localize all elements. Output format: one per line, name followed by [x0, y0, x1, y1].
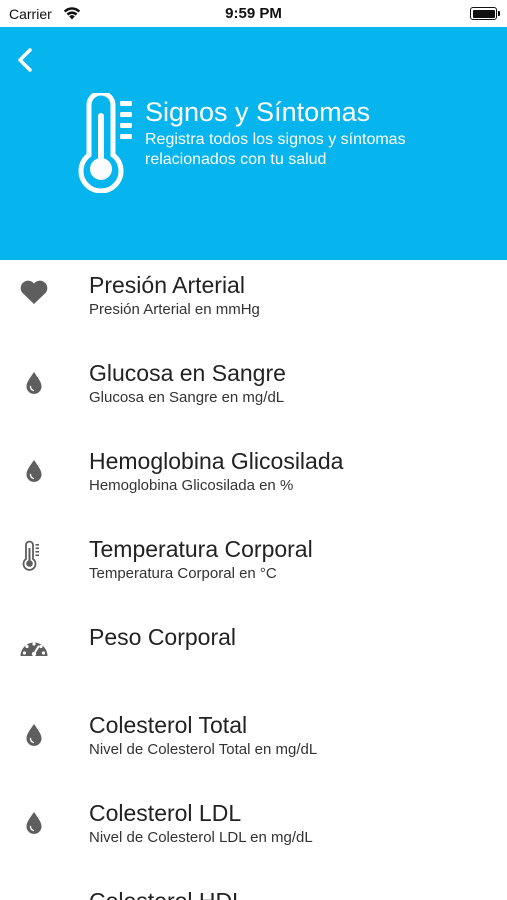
drop-icon	[17, 453, 51, 487]
list-item-title: Colesterol Total	[89, 712, 248, 738]
list-item-subtitle: Glucosa en Sangre en mg/dL	[89, 389, 285, 406]
heart-icon	[17, 275, 51, 309]
list-item-title: Colesterol LDL	[89, 800, 242, 826]
page-title: Signos y Síntomas	[145, 97, 371, 127]
list-item-title: Temperatura Corporal	[89, 536, 313, 562]
drop-icon	[17, 717, 51, 751]
list-item-subtitle: Nivel de Colesterol LDL en mg/dL	[89, 829, 313, 846]
drop-icon	[17, 893, 51, 900]
thermometer-icon	[78, 93, 132, 193]
thermometer-icon	[17, 539, 51, 573]
list-item-subtitle: Hemoglobina Glicosilada en %	[89, 477, 294, 494]
drop-icon	[17, 365, 51, 399]
list-item-subtitle: Presión Arterial en mmHg	[89, 301, 260, 318]
list-item-subtitle: Temperatura Corporal en °C	[89, 565, 277, 582]
list-item-subtitle: Nivel de Colesterol Total en mg/dL	[89, 741, 318, 758]
chevron-left-icon[interactable]	[13, 45, 39, 75]
list-item-title: Colesterol HDL	[89, 888, 245, 900]
list-item-peso[interactable]: Peso Corporal	[0, 612, 507, 700]
status-bar: Carrier 9:59 PM	[0, 0, 507, 27]
list-item-presion-arterial[interactable]: Presión Arterial Presión Arterial en mmH…	[0, 260, 507, 348]
list-item-title: Glucosa en Sangre	[89, 360, 286, 386]
list-item-title: Presión Arterial	[89, 272, 245, 298]
list-item-glucosa[interactable]: Glucosa en Sangre Glucosa en Sangre en m…	[0, 348, 507, 436]
header-banner: Signos y Síntomas Registra todos los sig…	[0, 27, 507, 260]
list-item-title: Peso Corporal	[89, 624, 237, 650]
list-item-colesterol-ldl[interactable]: Colesterol LDL Nivel de Colesterol LDL e…	[0, 788, 507, 876]
list-item-colesterol-hdl[interactable]: Colesterol HDL	[0, 876, 507, 900]
gauge-icon	[17, 631, 51, 665]
list-item-title: Hemoglobina Glicosilada	[89, 448, 344, 474]
clock: 9:59 PM	[225, 5, 282, 22]
list-item-colesterol-total[interactable]: Colesterol Total Nivel de Colesterol Tot…	[0, 700, 507, 788]
battery-icon	[470, 7, 500, 20]
list-item-temperatura[interactable]: Temperatura Corporal Temperatura Corpora…	[0, 524, 507, 612]
drop-icon	[17, 805, 51, 839]
page-subtitle: Registra todos los signos y síntomas rel…	[145, 131, 406, 168]
list-item-hemoglobina[interactable]: Hemoglobina Glicosilada Hemoglobina Glic…	[0, 436, 507, 524]
